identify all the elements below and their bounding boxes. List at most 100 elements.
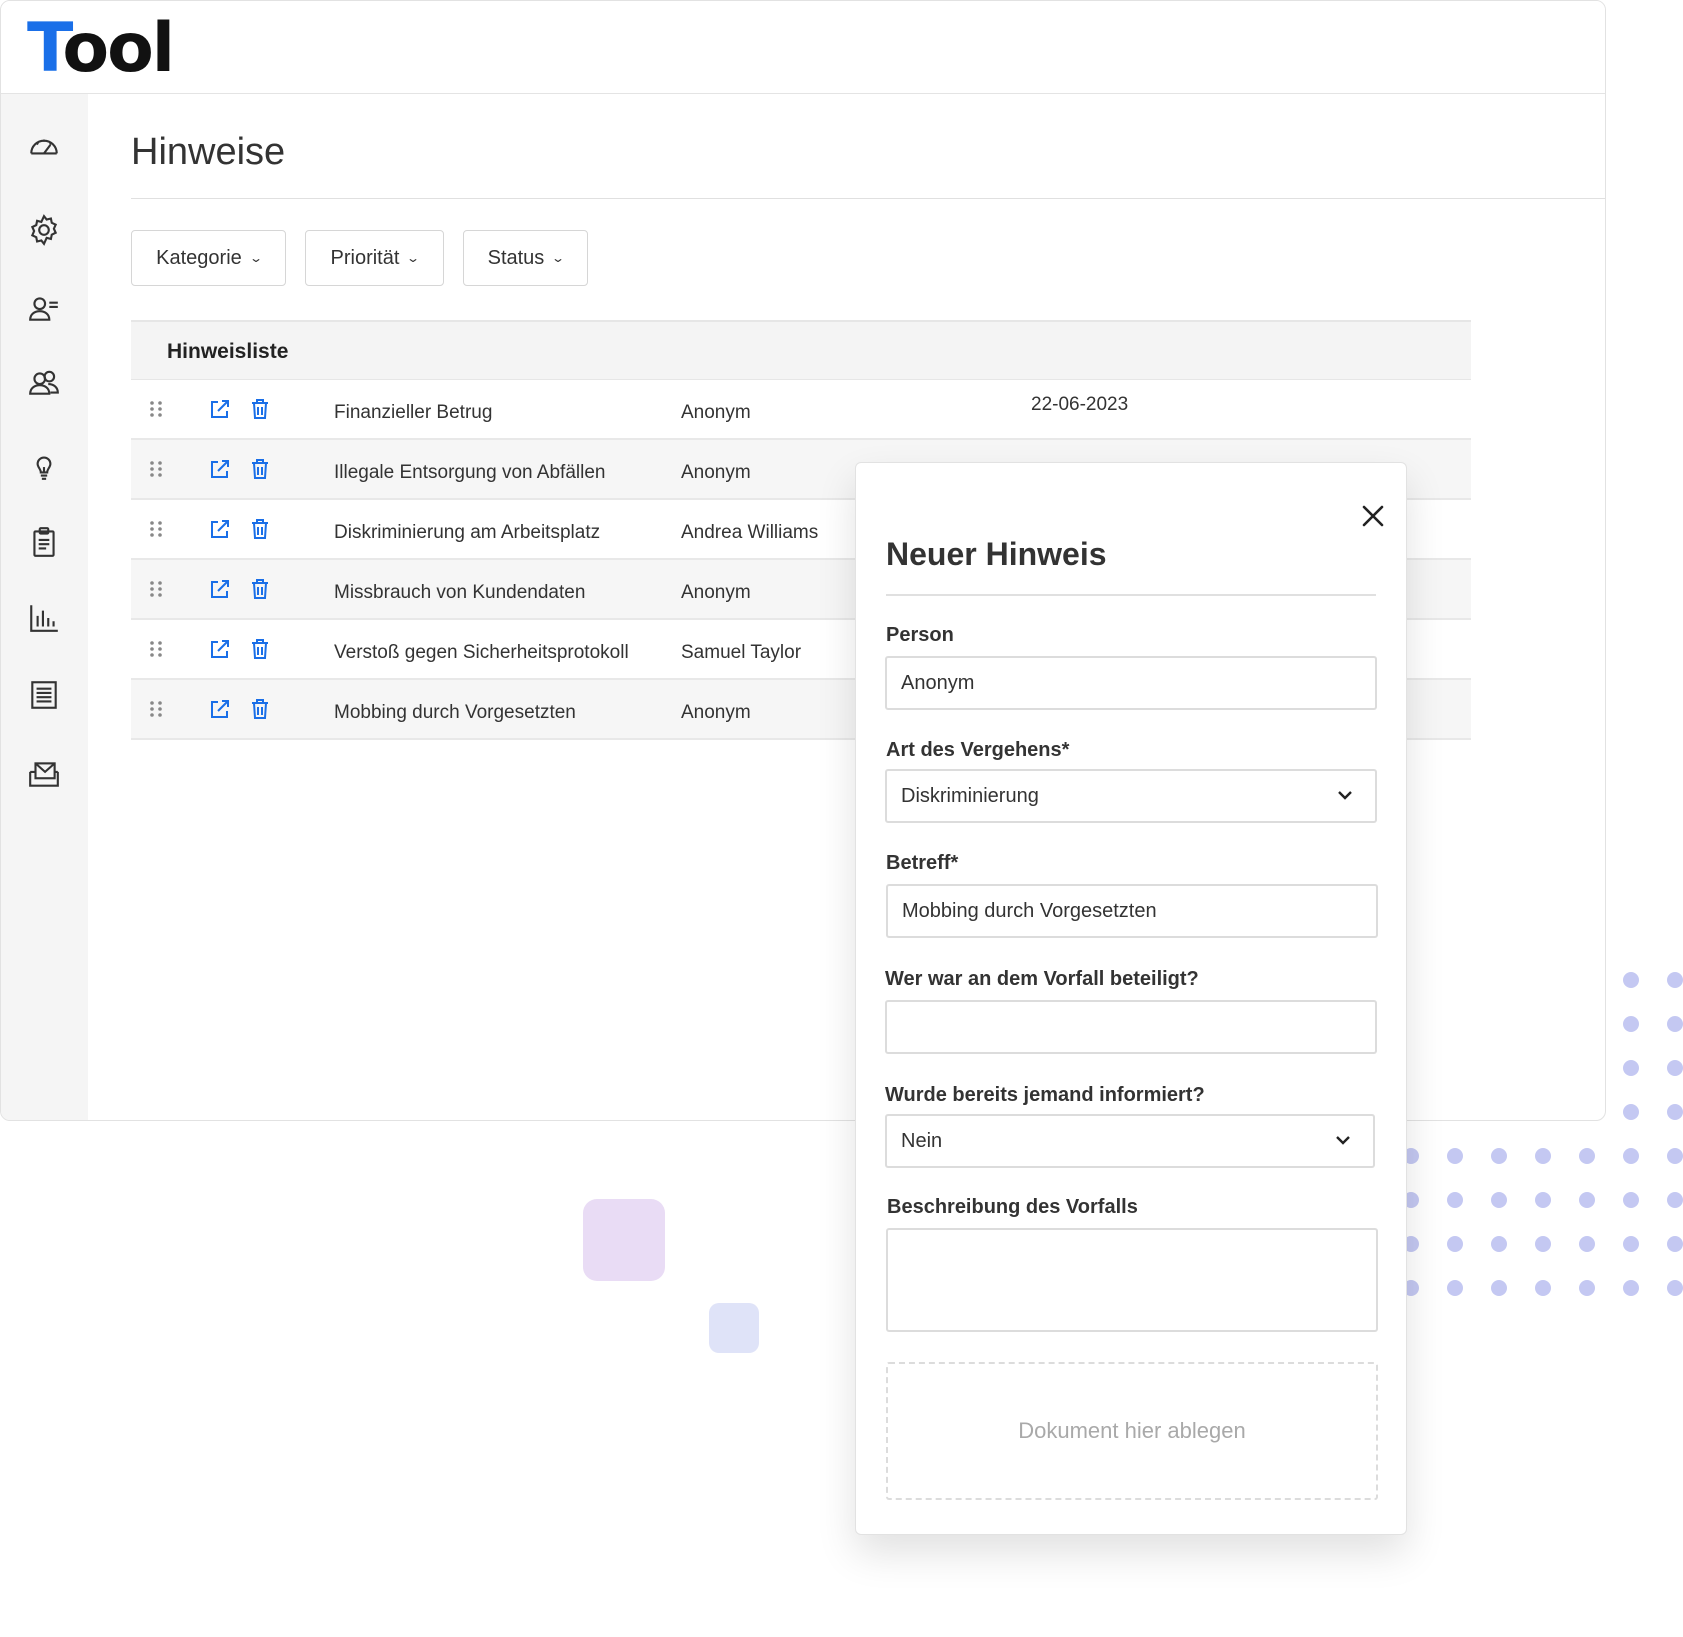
row-subject: Diskriminierung am Arbeitsplatz bbox=[334, 522, 601, 543]
decorative-dot bbox=[1447, 1236, 1463, 1252]
row-person: Anonym bbox=[681, 402, 751, 423]
row-person: Anonym bbox=[681, 462, 751, 483]
row-person: Anonym bbox=[681, 702, 751, 723]
decorative-dot bbox=[1623, 1280, 1639, 1296]
decorative-dot bbox=[1579, 1192, 1595, 1208]
chevron-down-icon: ⌄ bbox=[406, 251, 421, 265]
decorative-dot bbox=[1667, 1104, 1683, 1120]
description-label: Beschreibung des Vorfalls bbox=[887, 1196, 1138, 1218]
decorative-dot bbox=[1447, 1280, 1463, 1296]
decorative-square-lilac bbox=[583, 1199, 665, 1281]
row-person: Samuel Taylor bbox=[681, 642, 802, 663]
decorative-dot bbox=[1447, 1148, 1463, 1164]
subject-label: Betreff* bbox=[886, 852, 959, 874]
decorative-dot bbox=[1491, 1148, 1507, 1164]
decorative-dot bbox=[1491, 1236, 1507, 1252]
decorative-dot bbox=[1623, 1104, 1639, 1120]
drag-handle-icon[interactable] bbox=[149, 580, 163, 598]
trash-icon[interactable] bbox=[251, 518, 269, 540]
dashboard-gauge-icon[interactable] bbox=[23, 126, 65, 168]
decorative-dot bbox=[1623, 1236, 1639, 1252]
decorative-dot bbox=[1579, 1236, 1595, 1252]
informed-select[interactable]: Nein bbox=[885, 1114, 1375, 1168]
decorative-dot bbox=[1667, 1060, 1683, 1076]
drag-handle-icon[interactable] bbox=[149, 640, 163, 658]
decorative-dot bbox=[1667, 1236, 1683, 1252]
involved-field[interactable] bbox=[885, 1000, 1377, 1054]
decorative-dot bbox=[1667, 1192, 1683, 1208]
bar-chart-icon[interactable] bbox=[23, 597, 65, 639]
gear-icon[interactable] bbox=[23, 209, 65, 251]
row-subject: Illegale Entsorgung von Abfällen bbox=[334, 462, 606, 483]
decorative-square-blue bbox=[709, 1303, 759, 1353]
user-list-icon[interactable] bbox=[23, 288, 65, 330]
lightbulb-icon[interactable] bbox=[23, 445, 65, 487]
category-filter-dropdown[interactable]: Kategorie ⌄ bbox=[131, 230, 286, 286]
users-group-icon[interactable] bbox=[23, 362, 65, 404]
decorative-dot bbox=[1623, 1016, 1639, 1032]
external-link-icon[interactable] bbox=[209, 578, 231, 600]
decorative-dot bbox=[1447, 1192, 1463, 1208]
drag-handle-icon[interactable] bbox=[149, 700, 163, 718]
clipboard-icon[interactable] bbox=[23, 521, 65, 563]
mail-tray-icon[interactable] bbox=[23, 753, 65, 795]
chevron-down-icon: ⌄ bbox=[551, 251, 566, 265]
sidebar bbox=[1, 94, 88, 1120]
decorative-dot bbox=[1491, 1280, 1507, 1296]
row-subject: Verstoß gegen Sicherheitsprotokoll bbox=[334, 642, 629, 663]
trash-icon[interactable] bbox=[251, 638, 269, 660]
chevron-down-icon bbox=[1338, 791, 1352, 800]
document-list-icon[interactable] bbox=[23, 674, 65, 716]
decorative-dot bbox=[1667, 1148, 1683, 1164]
close-icon[interactable] bbox=[1358, 501, 1388, 531]
decorative-dot bbox=[1667, 1280, 1683, 1296]
external-link-icon[interactable] bbox=[209, 698, 231, 720]
decorative-dot bbox=[1535, 1280, 1551, 1296]
offense-type-value: Diskriminierung bbox=[901, 785, 1039, 807]
informed-value: Nein bbox=[901, 1130, 943, 1152]
trash-icon[interactable] bbox=[251, 398, 269, 420]
decorative-dot bbox=[1667, 1016, 1683, 1032]
drag-handle-icon[interactable] bbox=[149, 400, 163, 418]
trash-icon[interactable] bbox=[251, 458, 269, 480]
row-subject: Missbrauch von Kundendaten bbox=[334, 582, 586, 603]
decorative-dot bbox=[1579, 1280, 1595, 1296]
offense-type-select[interactable]: Diskriminierung bbox=[885, 769, 1377, 823]
drag-handle-icon[interactable] bbox=[149, 460, 163, 478]
offense-type-label: Art des Vergehens* bbox=[886, 739, 1070, 761]
status-filter-dropdown[interactable]: Status ⌄ bbox=[463, 230, 588, 286]
table-row[interactable]: Finanzieller Betrug Anonym 22-06-2023 bbox=[131, 380, 1471, 440]
row-subject: Mobbing durch Vorgesetzten bbox=[334, 702, 576, 723]
person-field[interactable]: Anonym bbox=[885, 656, 1377, 710]
description-textarea[interactable] bbox=[886, 1228, 1378, 1332]
external-link-icon[interactable] bbox=[209, 398, 231, 420]
decorative-dot bbox=[1535, 1236, 1551, 1252]
decorative-dot bbox=[1535, 1192, 1551, 1208]
app-logo[interactable]: Tool bbox=[27, 11, 175, 87]
document-dropzone[interactable]: Dokument hier ablegen bbox=[886, 1362, 1378, 1500]
page-title: Hinweise bbox=[131, 131, 286, 173]
subject-field[interactable]: Mobbing durch Vorgesetzten bbox=[886, 884, 1378, 938]
trash-icon[interactable] bbox=[251, 578, 269, 600]
modal-title-divider bbox=[886, 594, 1376, 596]
row-date: 22-06-2023 bbox=[1031, 394, 1129, 415]
category-filter-label: Kategorie bbox=[156, 246, 242, 269]
decorative-dot bbox=[1623, 1060, 1639, 1076]
hint-list-heading: Hinweisliste bbox=[131, 320, 1471, 380]
decorative-dot bbox=[1535, 1148, 1551, 1164]
drag-handle-icon[interactable] bbox=[149, 520, 163, 538]
row-subject: Finanzieller Betrug bbox=[334, 402, 493, 423]
priority-filter-dropdown[interactable]: Priorität ⌄ bbox=[305, 230, 444, 286]
title-divider bbox=[131, 198, 1605, 199]
external-link-icon[interactable] bbox=[209, 518, 231, 540]
chevron-down-icon: ⌄ bbox=[248, 251, 263, 265]
decorative-dot bbox=[1623, 1148, 1639, 1164]
external-link-icon[interactable] bbox=[209, 458, 231, 480]
row-person: Andrea Williams bbox=[681, 522, 819, 543]
decorative-dot bbox=[1579, 1148, 1595, 1164]
status-filter-label: Status bbox=[487, 246, 545, 269]
decorative-dot bbox=[1623, 1192, 1639, 1208]
external-link-icon[interactable] bbox=[209, 638, 231, 660]
trash-icon[interactable] bbox=[251, 698, 269, 720]
new-hint-modal: Neuer Hinweis Person Anonym Art des Verg… bbox=[855, 462, 1407, 1535]
